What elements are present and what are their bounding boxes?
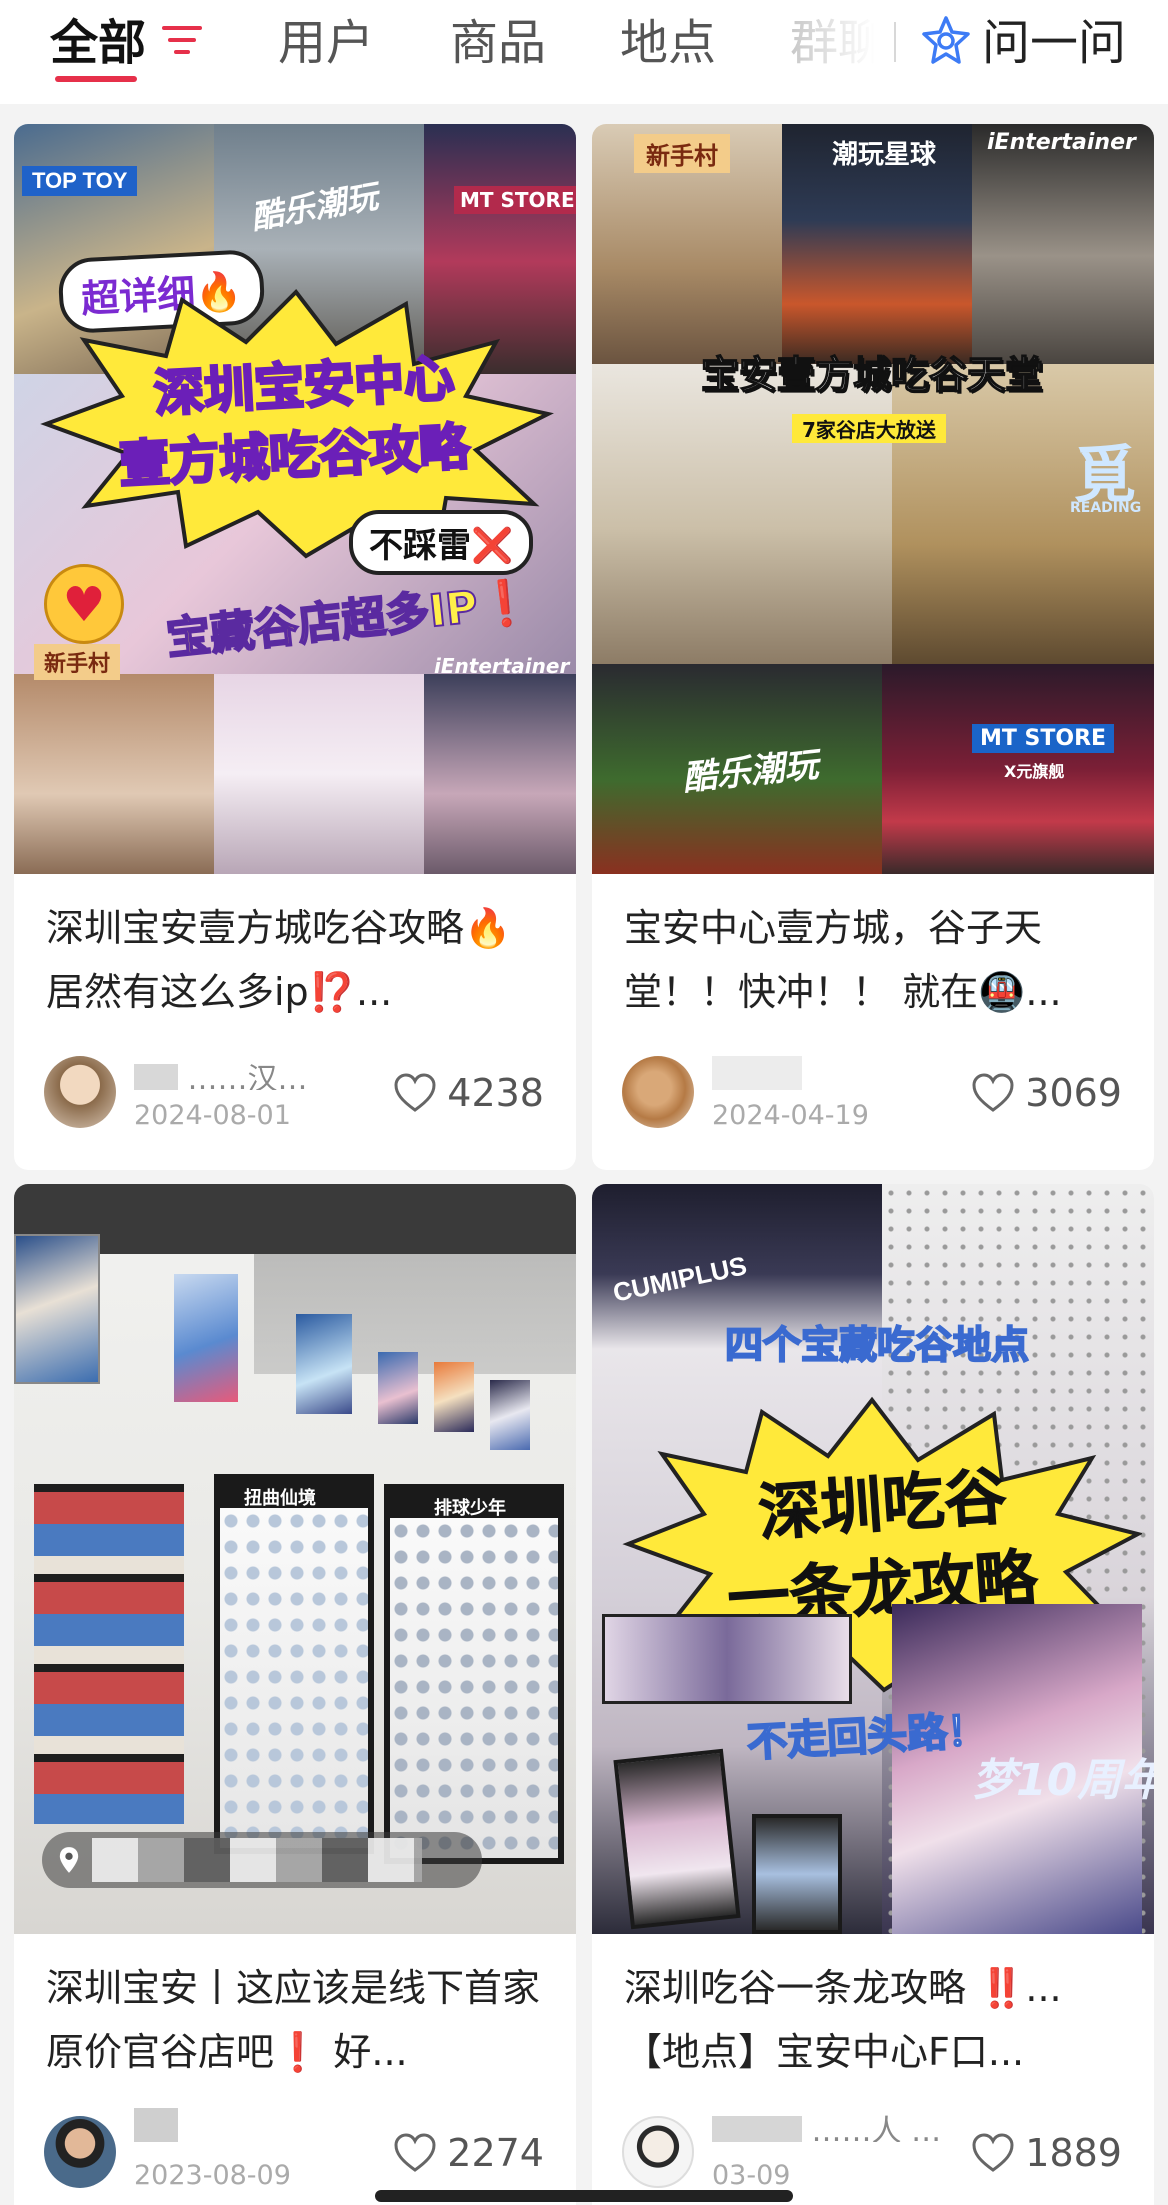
like-count: 4238 (447, 1071, 544, 1115)
post-date: 03-09 (712, 2160, 791, 2191)
headline-subline: 7家谷店大放送 (792, 414, 946, 443)
idol-standee (752, 1814, 842, 1934)
store-sign-mt: MT STORE (454, 186, 576, 214)
note-card[interactable]: 新手村 潮玩星球 iEntertainer 宝安壹方城吃谷天堂 7家谷店大放送 … (592, 124, 1154, 1170)
like-button[interactable]: 4238 (393, 1068, 544, 1118)
store-sign-entertainer: iEntertainer (434, 654, 570, 678)
search-category-tabs: 全部 用户 商品 地点 群聊 问一问 (0, 0, 1168, 104)
wall-poster (434, 1362, 474, 1432)
post-date: 2023-08-09 (134, 2160, 291, 2191)
heart-icon (394, 2133, 436, 2172)
note-card[interactable]: TOP TOY 酷乐潮玩 MT STORE 超详细🔥 深圳宝安中心 壹方城吃谷攻… (14, 124, 576, 1170)
like-count: 1889 (1025, 2131, 1122, 2175)
wall-poster (490, 1380, 530, 1450)
note-cover-image[interactable]: TOP TOY 酷乐潮玩 MT STORE 超详细🔥 深圳宝安中心 壹方城吃谷攻… (14, 124, 576, 874)
note-card[interactable]: 扭曲仙境 排球少年 深圳宝安丨这应该是线下首家原价官谷店吧❗️ 好... 202… (14, 1184, 576, 2205)
like-button[interactable]: 1889 (971, 2128, 1122, 2178)
badge-rack (384, 1484, 564, 1864)
tag-banner: 四个宝藏吃谷地点 (724, 1322, 1030, 1368)
wall-poster (296, 1314, 352, 1414)
heart-eyes-emoji-icon: ♥ (44, 564, 124, 644)
store-sign-xinshou: 新手村 (634, 134, 730, 173)
author-name[interactable] (712, 1054, 942, 1090)
home-indicator[interactable] (375, 2190, 793, 2202)
tab-overflow-fade (770, 0, 920, 104)
note-cover-image[interactable]: CUMIPLUS 四个宝藏吃谷地点 深圳吃谷 一条龙攻略 梦10周年 不走回头路… (592, 1184, 1154, 1934)
post-date: 2024-04-19 (712, 1100, 869, 1131)
store-sign-mt-sub: X元旗舰 (1004, 762, 1065, 781)
rack-sign: 扭曲仙境 (244, 1488, 316, 1509)
tab-places[interactable]: 地点 (620, 8, 716, 78)
note-title[interactable]: 深圳吃谷一条龙攻略 ‼️...【地点】宝安中心F口... (624, 1956, 1124, 2084)
store-sign-reading: READING (1070, 500, 1142, 516)
like-count: 2274 (447, 2131, 544, 2175)
author-avatar[interactable] (44, 1056, 116, 1128)
author-name[interactable] (134, 2106, 364, 2142)
no-pitfall-sticker: 不踩雷❌ (349, 510, 534, 575)
like-count: 3069 (1025, 1071, 1122, 1115)
badge-rack (214, 1474, 374, 1854)
filter-icon[interactable] (160, 20, 206, 60)
author-avatar[interactable] (622, 1056, 694, 1128)
heart-icon (394, 1073, 436, 1112)
idol-standee (613, 1748, 741, 1930)
store-sign-chaowan: 潮玩星球 (832, 140, 937, 170)
tab-divider (894, 22, 896, 62)
wall-poster (378, 1352, 418, 1424)
store-sign-mt: MT STORE (972, 724, 1115, 753)
rack-sign: 排球少年 (434, 1498, 506, 1519)
idol-poster (602, 1614, 852, 1704)
figure-shelf (34, 1484, 184, 1824)
wall-poster (14, 1234, 100, 1384)
note-title[interactable]: 深圳宝安丨这应该是线下首家原价官谷店吧❗️ 好... (46, 1956, 546, 2084)
note-card[interactable]: CUMIPLUS 四个宝藏吃谷地点 深圳吃谷 一条龙攻略 梦10周年 不走回头路… (592, 1184, 1154, 2205)
note-title[interactable]: 深圳宝安壹方城吃谷攻略🔥居然有这么多ip⁉️... (46, 896, 546, 1024)
wall-poster (174, 1274, 238, 1402)
note-title[interactable]: 宝安中心壹方城，谷子天堂！！快冲！！ 就在🚇... (624, 896, 1124, 1024)
heart-icon (972, 1073, 1014, 1112)
like-button[interactable]: 2274 (393, 2128, 544, 2178)
store-sign-xinshou: 新手村 (34, 644, 121, 680)
like-button[interactable]: 3069 (971, 1068, 1122, 1118)
active-tab-indicator (55, 76, 137, 82)
author-name[interactable]: ……人 ……未 (712, 2106, 942, 2142)
author-avatar[interactable] (44, 2116, 116, 2188)
author-name[interactable]: ……汉… (134, 1054, 364, 1090)
tab-users[interactable]: 用户 (278, 8, 374, 78)
headline-banner: 宝安壹方城吃谷天堂 (700, 352, 1044, 398)
store-sign-top-toy: TOP TOY (22, 166, 138, 196)
note-cover-image[interactable]: 新手村 潮玩星球 iEntertainer 宝安壹方城吃谷天堂 7家谷店大放送 … (592, 124, 1154, 874)
location-pin-icon (59, 1847, 79, 1873)
location-name-redacted (92, 1838, 422, 1882)
post-date: 2024-08-01 (134, 1100, 291, 1131)
tab-products[interactable]: 商品 (450, 8, 546, 78)
location-chip[interactable] (42, 1832, 482, 1888)
store-sign-entertainer: iEntertainer (987, 130, 1136, 155)
ask-ai-icon[interactable] (918, 14, 974, 70)
heart-icon (972, 2133, 1014, 2172)
ask-button-label[interactable]: 问一问 (982, 8, 1126, 78)
author-avatar[interactable] (622, 2116, 694, 2188)
note-cover-image[interactable]: 扭曲仙境 排球少年 (14, 1184, 576, 1934)
tab-all[interactable]: 全部 (50, 8, 146, 78)
